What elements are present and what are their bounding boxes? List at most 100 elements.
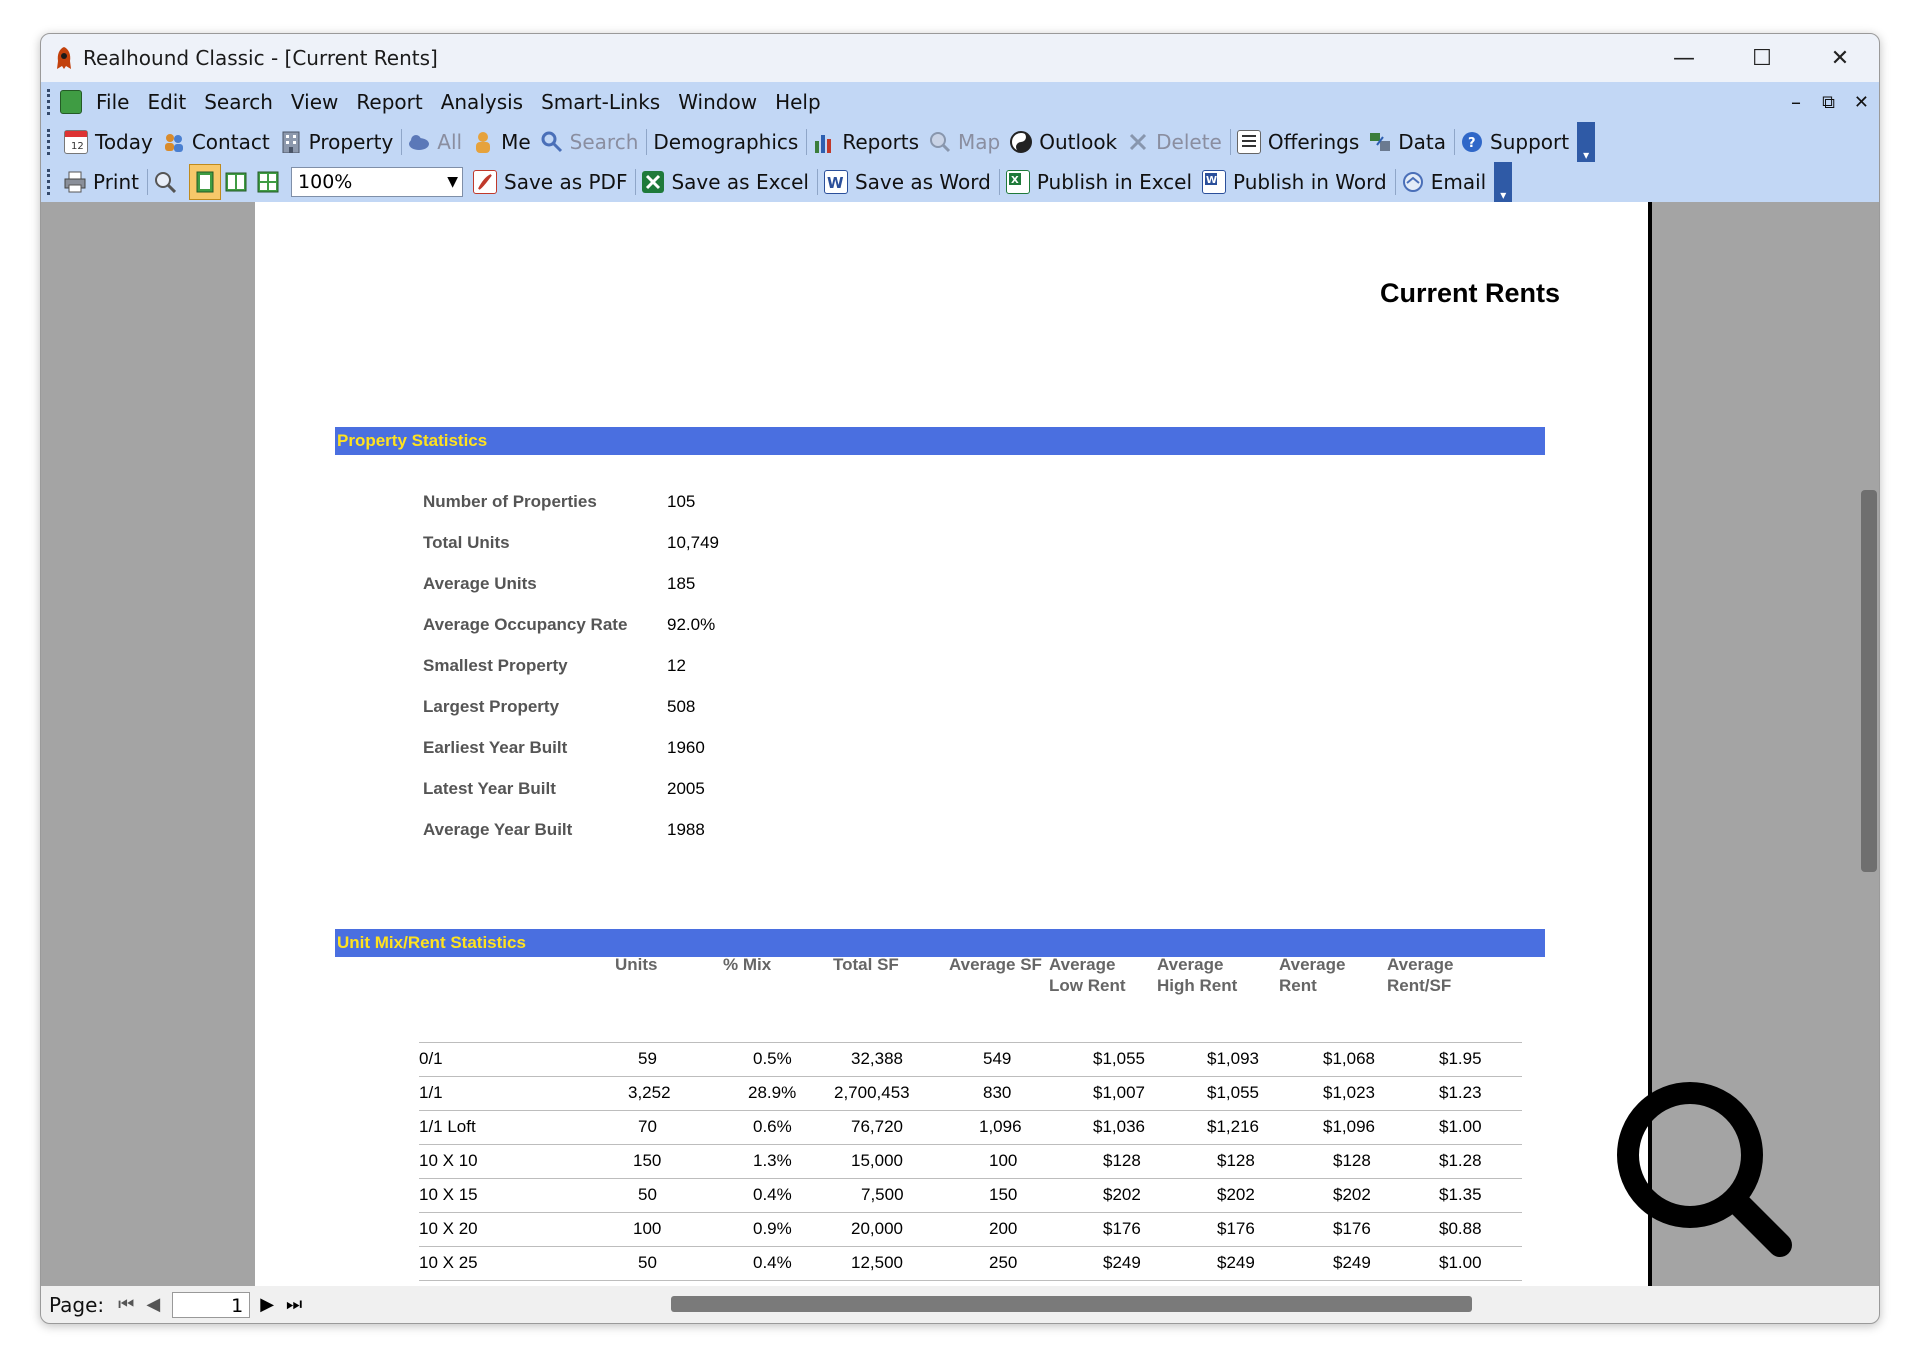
- outlook-button[interactable]: Outlook: [1006, 125, 1123, 159]
- data-button[interactable]: Data: [1365, 125, 1452, 159]
- contact-button[interactable]: Contact: [159, 125, 276, 159]
- contact-label: Contact: [191, 130, 270, 154]
- vertical-scrollbar[interactable]: [1853, 202, 1879, 1286]
- zoom-button[interactable]: [150, 165, 189, 199]
- toolbar-separator: [646, 129, 648, 155]
- email-icon: [1402, 171, 1424, 193]
- toolbar-grip[interactable]: [47, 129, 54, 155]
- close-button[interactable]: ✕: [1801, 34, 1879, 82]
- menu-analysis[interactable]: Analysis: [441, 90, 523, 114]
- table-cell: $0.88: [1439, 1219, 1482, 1238]
- column-header-line: Rent/SF: [1387, 976, 1452, 995]
- toolbar-overflow-chevron-icon[interactable]: ▾: [1577, 122, 1596, 162]
- column-header-average-high-rent: Average High Rent: [1157, 954, 1237, 996]
- all-button[interactable]: All: [404, 125, 468, 159]
- publish-excel-icon: X: [1005, 170, 1030, 194]
- toolbar-separator: [816, 169, 818, 195]
- support-button[interactable]: ? Support: [1457, 125, 1575, 159]
- vertical-scrollbar-thumb[interactable]: [1861, 490, 1877, 872]
- publish-excel-button[interactable]: X Publish in Excel: [1002, 165, 1198, 199]
- stat-row: Average Units 185: [423, 574, 695, 604]
- print-button[interactable]: Print: [60, 165, 145, 199]
- menu-help[interactable]: Help: [775, 90, 821, 114]
- svg-text:W: W: [1206, 175, 1217, 186]
- single-page-view-button[interactable]: [189, 164, 222, 200]
- multi-page-icon: [257, 171, 279, 193]
- menu-window[interactable]: Window: [678, 90, 757, 114]
- map-button[interactable]: Map: [925, 125, 1006, 159]
- menu-search[interactable]: Search: [204, 90, 273, 114]
- delete-label: Delete: [1156, 130, 1222, 154]
- property-button[interactable]: Property: [276, 125, 400, 159]
- table-cell: $202: [1217, 1185, 1255, 1204]
- menu-view[interactable]: View: [291, 90, 338, 114]
- save-pdf-button[interactable]: Save as PDF: [469, 165, 633, 199]
- chevron-down-icon[interactable]: ▼: [447, 174, 458, 190]
- reports-button[interactable]: Reports: [809, 125, 925, 159]
- menu-grip[interactable]: [47, 89, 54, 115]
- mdi-minimize-button[interactable]: –: [1791, 90, 1801, 114]
- column-header-line: Average: [1049, 955, 1116, 974]
- reports-label: Reports: [842, 130, 920, 154]
- report-doc-icon: [60, 90, 82, 114]
- mdi-restore-button[interactable]: ⧉: [1822, 92, 1835, 113]
- table-cell: 0.9%: [753, 1219, 792, 1238]
- today-label: Today: [95, 130, 153, 154]
- column-header-line: % Mix: [723, 955, 772, 974]
- table-cell: 7,500: [861, 1185, 904, 1204]
- table-cell: $1.00: [1439, 1117, 1482, 1136]
- delete-button[interactable]: Delete: [1123, 125, 1228, 159]
- stat-row: Total Units 10,749: [423, 533, 719, 563]
- offerings-button[interactable]: Offerings: [1233, 125, 1365, 159]
- first-page-icon[interactable]: ⏮: [118, 1294, 134, 1315]
- demographics-button[interactable]: Demographics: [649, 125, 804, 159]
- report-viewer[interactable]: Current Rents Property Statistics Number…: [41, 202, 1879, 1286]
- save-excel-button[interactable]: Save as Excel: [638, 165, 814, 199]
- zoom-select[interactable]: 100% ▼: [291, 167, 464, 197]
- last-page-icon[interactable]: ⏭: [286, 1294, 302, 1315]
- email-label: Email: [1430, 170, 1487, 194]
- table-cell: 70: [638, 1117, 657, 1136]
- menu-report[interactable]: Report: [356, 90, 422, 114]
- horizontal-scrollbar-thumb[interactable]: [671, 1296, 1472, 1312]
- email-button[interactable]: Email: [1398, 165, 1493, 199]
- maximize-button[interactable]: ☐: [1723, 34, 1801, 82]
- column-header-line: Low Rent: [1049, 976, 1126, 995]
- stat-label: Number of Properties: [423, 492, 597, 511]
- map-label: Map: [958, 130, 1001, 154]
- menu-edit[interactable]: Edit: [147, 90, 186, 114]
- menu-smart-links[interactable]: Smart-Links: [541, 90, 660, 114]
- table-cell: 2,700,453: [834, 1083, 910, 1102]
- stat-row: Average Occupancy Rate 92.0%: [423, 615, 715, 645]
- save-word-button[interactable]: W Save as Word: [820, 165, 997, 199]
- toolbar-separator: [806, 129, 808, 155]
- cloud-icon: [408, 131, 430, 153]
- outlook-icon: [1010, 131, 1033, 153]
- me-button[interactable]: Me: [468, 125, 537, 159]
- unit-mix-table: 0/1 59 0.5% 32,388 549 $1,055 $1,093 $1,…: [419, 1042, 1522, 1291]
- toolbar-separator: [1229, 129, 1231, 155]
- today-button[interactable]: 12 Today: [60, 125, 159, 159]
- window-title: Realhound Classic - [Current Rents]: [83, 46, 438, 70]
- table-cell: $176: [1333, 1219, 1371, 1238]
- mdi-close-button[interactable]: ✕: [1854, 92, 1869, 113]
- toolbar-overflow-chevron-icon[interactable]: ▾: [1494, 162, 1513, 202]
- next-page-icon[interactable]: ▶: [260, 1294, 274, 1315]
- search-button[interactable]: Search: [537, 125, 645, 159]
- table-cell: $1.95: [1439, 1049, 1482, 1068]
- publish-word-button[interactable]: W Publish in Word: [1198, 165, 1393, 199]
- toolbar-grip[interactable]: [47, 169, 54, 195]
- table-cell: 100: [989, 1151, 1018, 1170]
- stat-row: Latest Year Built 2005: [423, 779, 705, 809]
- two-page-view-button[interactable]: [221, 165, 253, 199]
- me-label: Me: [501, 130, 531, 154]
- menu-file[interactable]: File: [96, 90, 129, 114]
- stat-row: Earliest Year Built 1960: [423, 738, 705, 768]
- stat-label: Average Year Built: [423, 820, 573, 839]
- multi-page-view-button[interactable]: [253, 165, 285, 199]
- previous-page-icon[interactable]: ◀: [146, 1294, 160, 1315]
- page-number-input[interactable]: 1: [172, 1291, 251, 1318]
- stat-row: Smallest Property 12: [423, 656, 686, 686]
- minimize-button[interactable]: —: [1645, 34, 1723, 82]
- column-header-average-sf: Average SF: [949, 954, 1042, 975]
